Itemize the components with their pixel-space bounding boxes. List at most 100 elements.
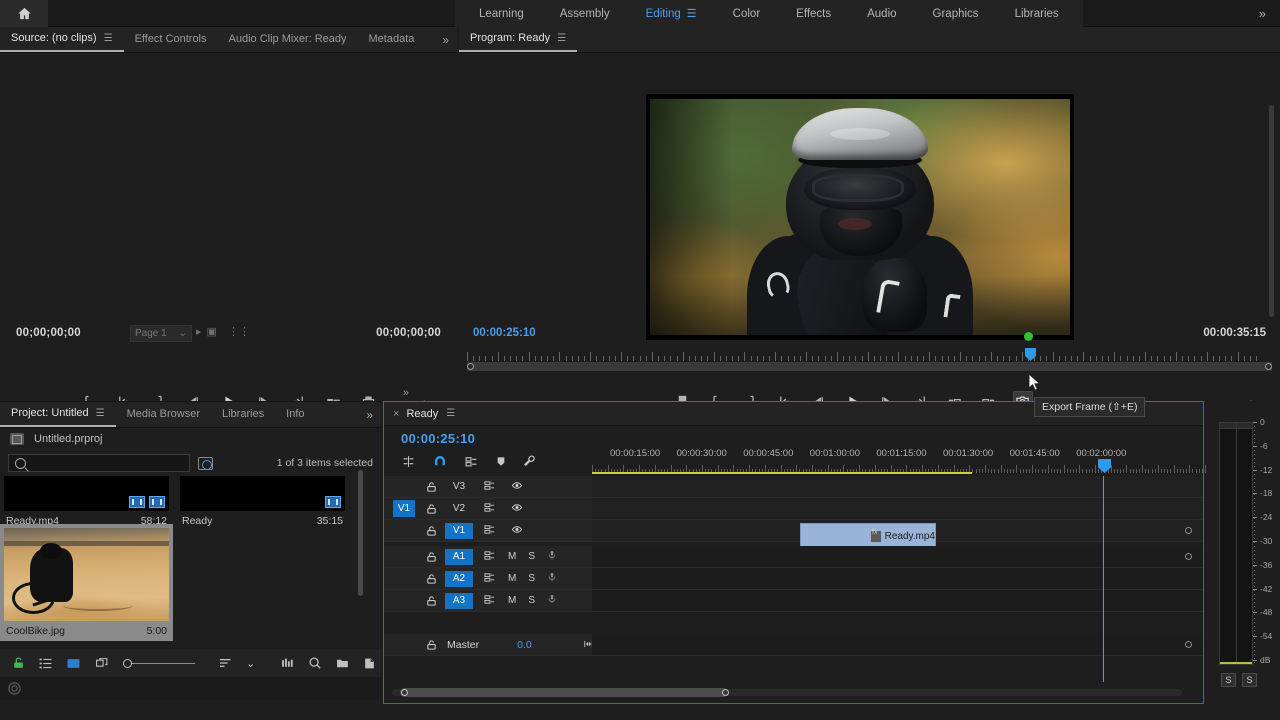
track-visibility-icon[interactable] [510,522,524,540]
track-lock-icon[interactable] [426,481,437,493]
track-sync-lock-icon[interactable] [483,500,496,518]
linked-selection-icon[interactable] [464,455,479,473]
master-track-lane[interactable] [592,634,1203,655]
new-bin-icon[interactable] [335,657,350,670]
zoom-slider[interactable] [123,658,195,668]
zoom-slider-knob[interactable] [123,658,132,668]
track-solo-button[interactable]: S [528,595,535,606]
workspace-audio[interactable]: Audio [849,0,914,27]
tab-effect-controls[interactable]: Effect Controls [124,26,218,52]
track-solo-button[interactable]: S [528,573,535,584]
program-monitor-viewport[interactable] [459,53,1280,340]
track-lock-icon[interactable] [426,503,437,515]
track-lock-icon[interactable] [426,573,437,585]
track-sync-lock-icon[interactable] [483,570,496,588]
project-item-thumbnail[interactable] [180,476,345,511]
track-mute-button[interactable]: M [508,551,516,562]
play-small-icon[interactable]: ▸ [196,325,202,338]
timeline-track-v1[interactable]: V1 Ready.mp4 [384,520,1203,549]
project-item-grid[interactable]: Ready.mp4 58:12 Ready 35:15 CoolBike.jpg 5:00 [0,476,381,676]
track-lane[interactable] [592,476,1203,497]
track-sync-lock-icon[interactable] [483,548,496,566]
program-time-ruler[interactable] [467,348,1272,371]
track-height-handle[interactable] [1185,641,1192,648]
add-marker-icon[interactable] [496,455,506,473]
timeline-horizontal-scrollbar[interactable] [392,688,1182,697]
track-record-icon[interactable] [547,570,557,588]
program-position-timecode[interactable]: 00:00:25:10 [473,327,536,339]
tab-metadata[interactable]: Metadata [358,26,426,52]
sort-icon[interactable] [218,657,233,669]
track-target-button[interactable]: A1 [445,548,473,565]
panel-menu-icon[interactable]: ☰ [557,33,566,44]
track-lock-icon[interactable] [426,525,437,537]
track-target-button[interactable]: A2 [445,570,473,587]
project-item[interactable]: CoolBike.jpg 5:00 [0,524,173,641]
panel-menu-icon[interactable]: ☰ [104,33,113,44]
meter-solo-button[interactable]: S [1242,673,1257,687]
track-lane[interactable] [592,568,1203,589]
filter-bin-icon[interactable] [280,657,295,670]
project-item-thumbnail[interactable] [4,476,169,511]
track-lane[interactable] [592,546,1203,567]
master-track-header[interactable]: Master 0.0 [384,634,593,655]
search-input[interactable] [26,457,176,469]
workspace-assembly[interactable]: Assembly [542,0,628,27]
source-monitor-viewport[interactable] [0,53,457,321]
track-target-button[interactable]: A3 [445,592,473,609]
program-duration-timecode[interactable]: 00:00:35:15 [1203,327,1266,339]
project-tabs-overflow[interactable]: » [366,402,373,428]
project-vertical-scrollbar[interactable] [358,470,363,596]
track-sync-lock-icon[interactable] [483,478,496,496]
insert-overwrite-icon[interactable] [401,455,416,473]
workspace-effects[interactable]: Effects [778,0,849,27]
drag-handle-icon[interactable]: ⋮⋮ [228,325,250,338]
track-solo-button[interactable]: S [528,551,535,562]
track-header[interactable]: A1 M S [384,546,592,567]
project-item-thumbnail[interactable] [4,528,169,621]
timeline-settings-icon[interactable] [523,455,536,473]
timeline-track-a1[interactable]: A1 M S [384,546,1203,568]
timeline-track-v3[interactable]: V3 [384,476,1203,498]
track-mute-button[interactable]: M [508,573,516,584]
scrollbar-thumb[interactable] [400,688,728,697]
workspace-overflow-icon[interactable]: » [1259,0,1266,27]
workspace-color[interactable]: Color [715,0,778,27]
tab-info[interactable]: Info [275,401,315,427]
snap-icon[interactable] [433,455,447,473]
tab-source-no-clips[interactable]: Source: (no clips) ☰ [0,26,124,52]
timeline-track-a3[interactable]: A3 M S [384,590,1203,612]
project-item[interactable]: Ready 35:15 [180,476,345,527]
project-item[interactable]: Ready.mp4 58:12 [4,476,169,527]
track-target-button[interactable]: V2 [445,501,473,517]
track-header[interactable]: V1 V2 [384,498,592,519]
workspace-graphics[interactable]: Graphics [915,0,997,27]
new-item-icon[interactable] [363,657,376,670]
tab-timeline-ready[interactable]: Ready [406,408,438,420]
track-lane[interactable]: Ready.mp4 [592,520,1203,549]
track-target-button[interactable]: V3 [445,479,473,495]
track-lane[interactable] [592,590,1203,611]
track-header[interactable]: A3 M S [384,590,592,611]
track-visibility-icon[interactable] [510,478,524,496]
program-scrollbar[interactable] [1269,105,1274,317]
program-zoom-handle-right[interactable] [1265,363,1272,370]
tab-media-browser[interactable]: Media Browser [116,401,211,427]
workspace-libraries[interactable]: Libraries [997,0,1077,27]
workspace-menu-icon[interactable]: ☰ [687,7,697,20]
track-sync-lock-icon[interactable] [483,522,496,540]
track-header[interactable]: A2 M S [384,568,592,589]
track-record-icon[interactable] [547,548,557,566]
track-record-icon[interactable] [547,592,557,610]
track-visibility-icon[interactable] [510,500,524,518]
track-mute-button[interactable]: M [508,595,516,606]
track-height-handle[interactable] [1185,527,1192,534]
source-track-indicator[interactable]: V1 [393,500,415,517]
timeline-playhead-timecode[interactable]: 00:00:25:10 [401,431,475,446]
find-icon[interactable] [308,656,322,670]
tab-program-ready[interactable]: Program: Ready ☰ [459,26,578,52]
track-target-button[interactable]: V1 [445,522,473,539]
list-view-icon[interactable] [38,657,53,670]
home-icon[interactable] [0,0,48,27]
source-tabs-overflow[interactable]: » [442,27,449,53]
